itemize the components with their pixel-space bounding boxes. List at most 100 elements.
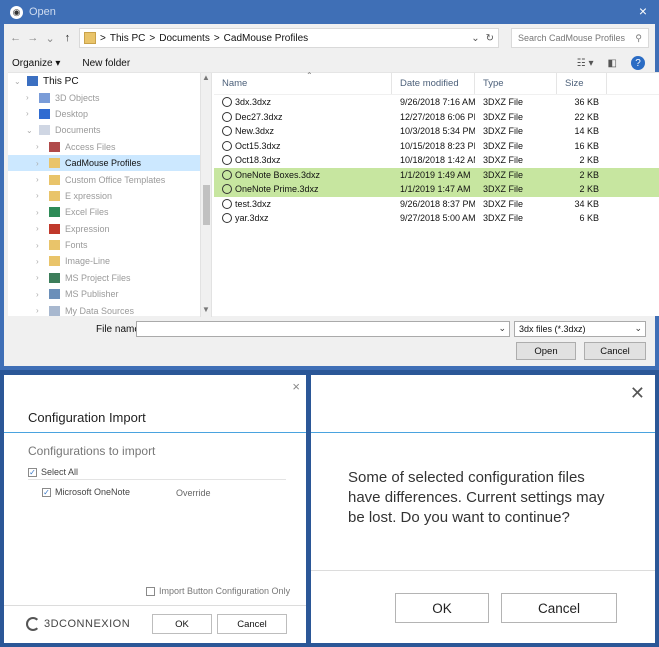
chevron-right-icon[interactable]: › <box>36 142 44 151</box>
file-list: ⌃ Name Date modified Type Size 3dx.3dxz 9… <box>214 71 659 317</box>
ok-button[interactable]: OK <box>152 614 212 634</box>
file-name-cell: 3dx.3dxz <box>214 97 392 108</box>
column-date-modified[interactable]: Date modified <box>392 73 475 94</box>
breadcrumb-this-pc[interactable]: This PC <box>110 33 146 44</box>
refresh-icon[interactable]: ↻ <box>486 33 494 44</box>
chevron-right-icon[interactable]: ⌄ <box>14 77 22 86</box>
file-name-cell: OneNote Boxes.3dxz <box>214 169 392 180</box>
cancel-button[interactable]: Cancel <box>501 593 617 623</box>
up-arrow-icon[interactable]: ↑ <box>62 32 73 44</box>
file-type-value: 3dx files (*.3dxz) <box>519 324 586 334</box>
import-button-only-checkbox[interactable]: Import Button Configuration Only <box>146 586 290 596</box>
file-name-input[interactable]: ⌄ <box>136 321 510 337</box>
file-row[interactable]: yar.3dxz 9/27/2018 5:00 AM 3DXZ File 6 KB <box>214 211 659 226</box>
breadcrumb-documents[interactable]: Documents <box>159 33 210 44</box>
chevron-right-icon[interactable]: › <box>36 159 44 168</box>
3dxz-file-icon <box>222 140 232 151</box>
nav-item[interactable]: › 3D Objects <box>8 89 200 105</box>
close-icon[interactable]: × <box>292 379 300 394</box>
chevron-right-icon[interactable]: › <box>36 224 44 233</box>
chevron-right-icon[interactable]: › <box>36 273 44 282</box>
breadcrumb-cadmouse-profiles[interactable]: CadMouse Profiles <box>224 33 308 44</box>
file-size-cell: 22 KB <box>574 111 599 122</box>
close-icon[interactable]: ✕ <box>630 383 645 404</box>
navigation-pane[interactable]: ⌄ This PC › 3D Objects › Desktop ⌄ Documents › Ac… <box>8 73 200 317</box>
nav-item[interactable]: › Access Files <box>8 139 200 155</box>
nav-item[interactable]: › MS Project Files <box>8 270 200 286</box>
chevron-right-icon[interactable]: › <box>36 290 44 299</box>
view-options-icon[interactable]: ☷ ▾ <box>577 58 594 69</box>
chevron-right-icon[interactable]: › <box>36 191 44 200</box>
nav-item[interactable]: › E xpression <box>8 188 200 204</box>
nav-item[interactable]: › Desktop <box>8 106 200 122</box>
recent-dropdown-icon[interactable]: ⌄ <box>45 32 56 45</box>
nav-scrollbar[interactable]: ▲ ▼ <box>200 73 212 317</box>
chevron-down-icon[interactable]: ⌄ <box>634 323 642 334</box>
search-input[interactable]: Search CadMouse Profiles ⚲ <box>511 28 649 48</box>
nav-item[interactable]: › MS Publisher <box>8 286 200 302</box>
title-bar: ◉ Open × <box>4 0 655 24</box>
cube-icon <box>39 92 50 103</box>
cancel-button[interactable]: Cancel <box>217 614 287 634</box>
chevron-down-icon[interactable]: ⌄ <box>498 323 506 334</box>
file-type-select[interactable]: 3dx files (*.3dxz) ⌄ <box>514 321 646 337</box>
file-row[interactable]: OneNote Boxes.3dxz 1/1/2019 1:49 AM 3DXZ F… <box>214 167 659 182</box>
file-date-cell: 12/27/2018 6:06 PM <box>400 111 475 122</box>
ok-button[interactable]: OK <box>395 593 489 623</box>
open-button[interactable]: Open <box>516 342 576 360</box>
forward-arrow-icon[interactable]: → <box>27 32 38 44</box>
file-date-cell: 1/1/2019 1:47 AM <box>400 184 471 195</box>
file-row[interactable]: New.3dxz 10/3/2018 5:34 PM 3DXZ File 14 KB <box>214 124 659 139</box>
nav-item[interactable]: › Expression <box>8 221 200 237</box>
nav-item[interactable]: › Fonts <box>8 237 200 253</box>
chevron-right-icon[interactable]: › <box>36 208 44 217</box>
onenote-label: Microsoft OneNote <box>55 487 131 497</box>
column-type[interactable]: Type <box>475 73 557 94</box>
back-arrow-icon[interactable]: ← <box>10 32 21 44</box>
close-icon[interactable]: × <box>639 3 647 19</box>
preview-pane-icon[interactable]: ◧ <box>608 58 617 69</box>
chevron-right-icon[interactable]: › <box>26 109 34 118</box>
nav-item-label: My Data Sources <box>65 305 135 316</box>
nav-item[interactable]: ⌄ This PC <box>8 73 200 89</box>
organize-button[interactable]: Organize ▾ <box>12 58 60 69</box>
file-type-cell: 3DXZ File <box>483 213 524 224</box>
chevron-right-icon[interactable]: › <box>36 241 44 250</box>
scroll-up-icon[interactable]: ▲ <box>201 73 211 85</box>
file-row[interactable]: Oct15.3dxz 10/15/2018 8:23 PM 3DXZ File 16 … <box>214 139 659 154</box>
nav-item[interactable]: › CadMouse Profiles <box>8 154 200 172</box>
nav-item[interactable]: › Excel Files <box>8 204 200 220</box>
help-icon[interactable]: ? <box>631 56 645 70</box>
column-size[interactable]: Size <box>557 73 607 94</box>
chevron-right-icon[interactable]: › <box>36 175 44 184</box>
address-dropdown-icon[interactable]: ⌄ <box>471 33 479 44</box>
file-row[interactable]: 3dx.3dxz 9/26/2018 7:16 AM 3DXZ File 36 KB <box>214 95 659 110</box>
column-name[interactable]: Name <box>214 73 392 94</box>
chevron-right-icon[interactable]: › <box>26 93 34 102</box>
chevron-right-icon[interactable]: › <box>36 306 44 315</box>
3dxz-file-icon <box>222 126 232 137</box>
configuration-import-dialog: × Configuration Import Configurations to… <box>4 375 306 643</box>
file-name-text: Oct15.3dxz <box>235 140 281 151</box>
nav-item-label: 3D Objects <box>55 92 100 103</box>
cancel-button[interactable]: Cancel <box>584 342 646 360</box>
nav-item[interactable]: › My Data Sources <box>8 302 200 317</box>
file-row[interactable]: test.3dxz 9/26/2018 8:37 PM 3DXZ File 34 KB <box>214 197 659 212</box>
file-type-cell: 3DXZ File <box>483 155 524 166</box>
chevron-right-icon[interactable]: › <box>36 257 44 266</box>
onenote-checkbox[interactable]: ✓ Microsoft OneNote <box>42 487 130 497</box>
select-all-checkbox[interactable]: ✓ Select All <box>28 467 78 477</box>
chevron-right-icon[interactable]: ⌄ <box>26 126 34 135</box>
file-row[interactable]: Oct18.3dxz 10/18/2018 1:42 AM 3DXZ File 2 K… <box>214 153 659 168</box>
new-folder-button[interactable]: New folder <box>82 58 130 69</box>
nav-item[interactable]: ⌄ Documents <box>8 122 200 138</box>
file-row[interactable]: OneNote Prime.3dxz 1/1/2019 1:47 AM 3DXZ F… <box>214 182 659 197</box>
scroll-thumb[interactable] <box>203 185 210 225</box>
nav-item-label: Expression <box>65 223 110 234</box>
select-all-label: Select All <box>41 467 79 477</box>
file-row[interactable]: Dec27.3dxz 12/27/2018 6:06 PM 3DXZ File 22 … <box>214 110 659 125</box>
address-bar[interactable]: > This PC > Documents > CadMouse Profile… <box>79 28 499 48</box>
nav-item[interactable]: › Custom Office Templates <box>8 171 200 187</box>
folder-icon <box>49 158 60 169</box>
nav-item[interactable]: › Image-Line <box>8 253 200 269</box>
